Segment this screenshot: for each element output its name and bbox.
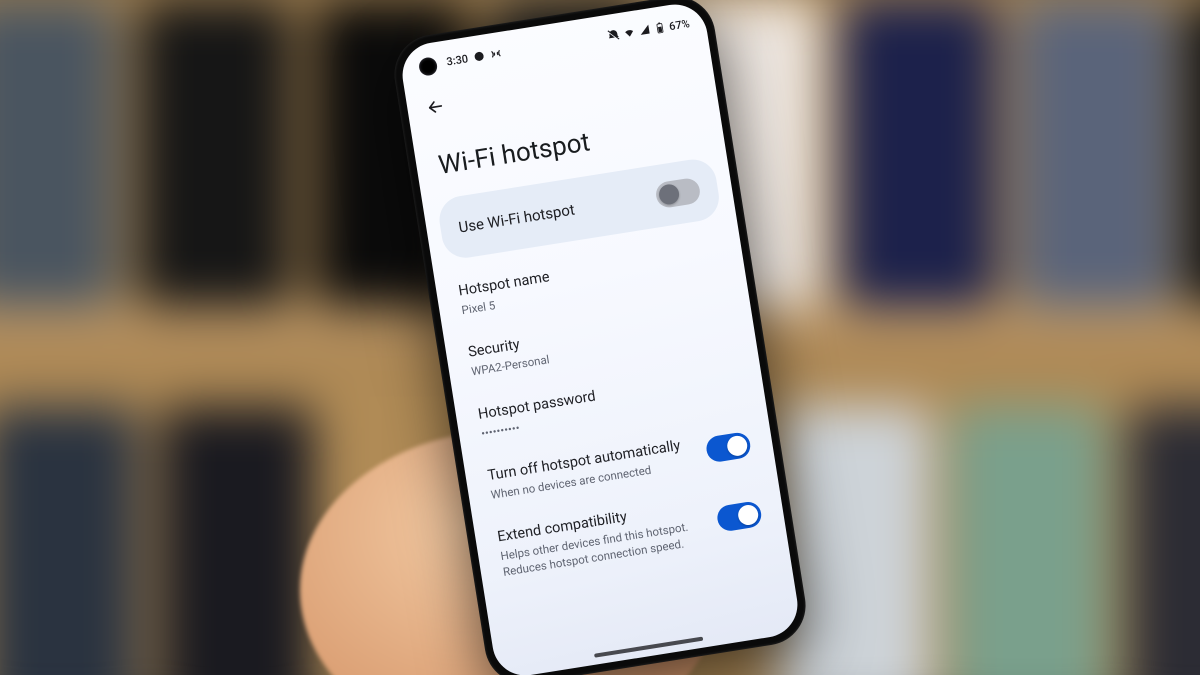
status-time: 3:30: [446, 52, 469, 68]
nfc-icon: [489, 47, 503, 61]
use-hotspot-toggle[interactable]: [654, 177, 702, 210]
messenger-icon: [472, 50, 486, 64]
wifi-icon: [623, 26, 637, 40]
home-indicator[interactable]: [594, 637, 703, 658]
dnd-icon: [607, 28, 621, 42]
use-hotspot-label: Use Wi-Fi hotspot: [457, 200, 576, 236]
auto-off-toggle[interactable]: [705, 431, 753, 464]
back-button[interactable]: [413, 84, 459, 130]
status-battery-text: 67%: [668, 17, 690, 33]
signal-icon: [639, 23, 653, 37]
extend-compat-toggle[interactable]: [716, 500, 764, 533]
arrow-left-icon: [424, 95, 447, 118]
battery-icon: [654, 21, 666, 34]
